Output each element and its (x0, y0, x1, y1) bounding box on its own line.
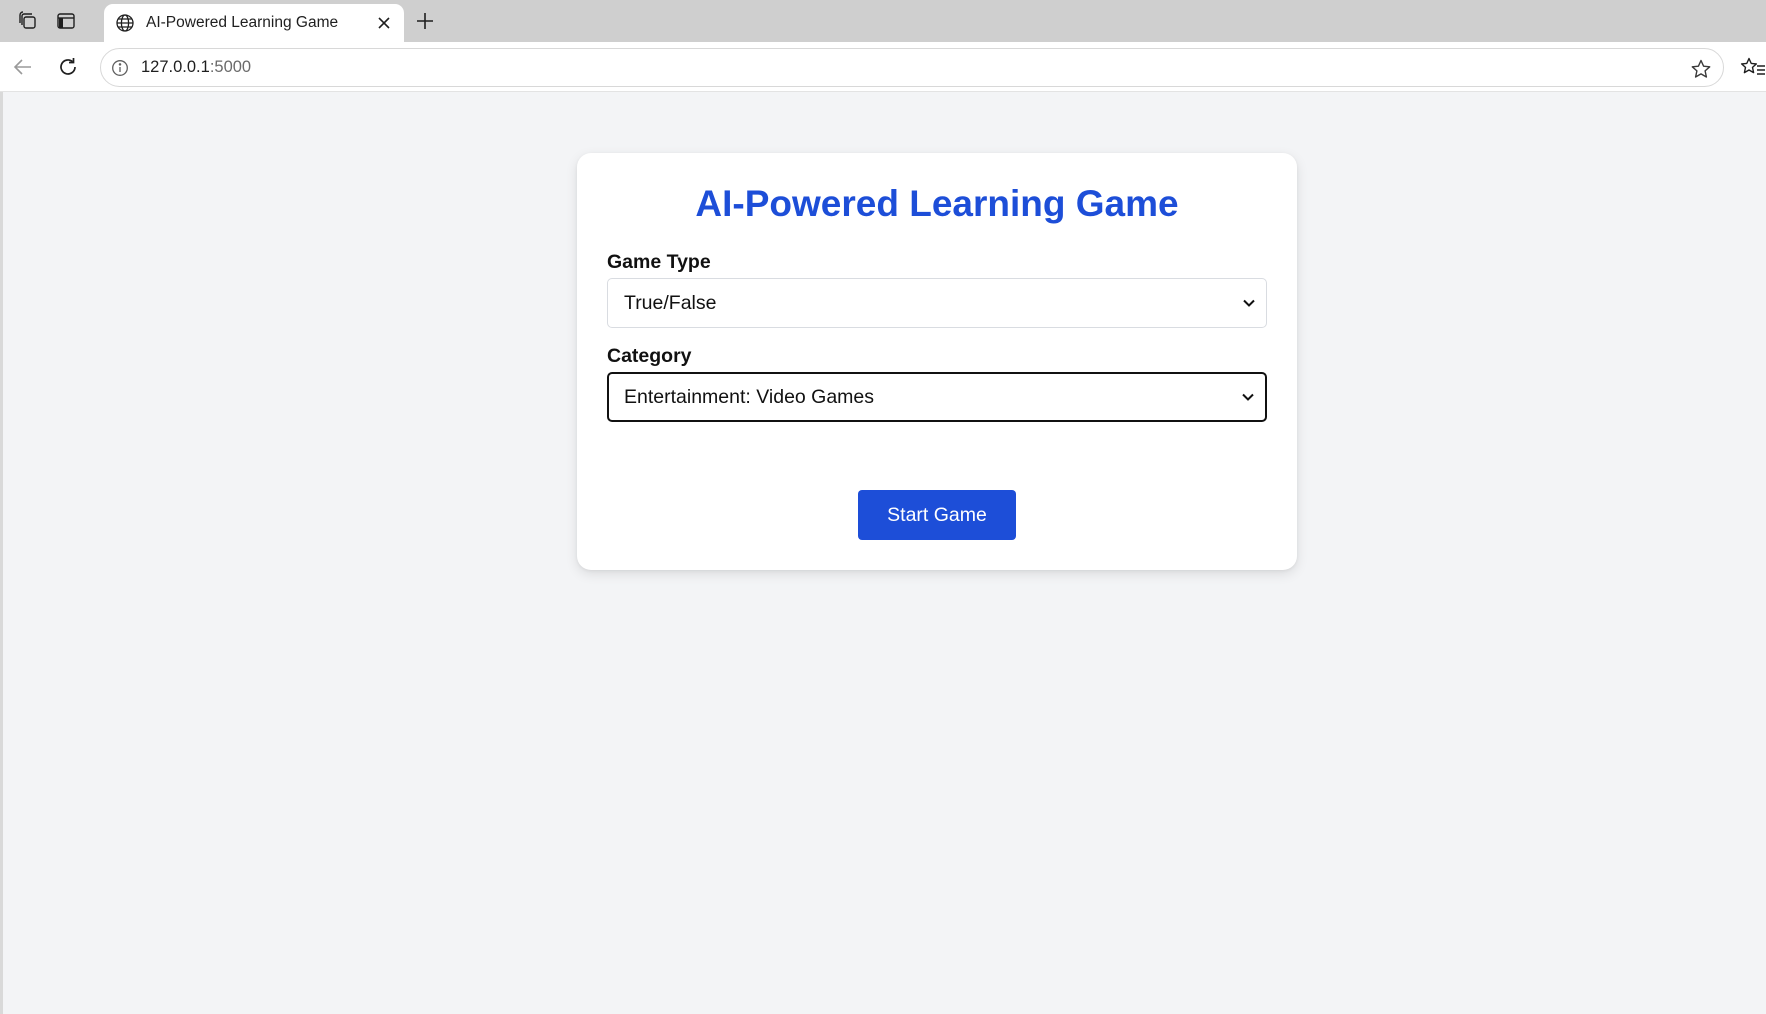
info-icon[interactable] (109, 57, 131, 79)
globe-icon (114, 12, 136, 34)
browser-tab-bar: AI-Powered Learning Game (0, 0, 1766, 42)
category-value: Entertainment: Video Games (624, 385, 875, 408)
game-type-value: True/False (624, 291, 717, 314)
browser-toolbar: 127.0.0.1:5000 (0, 42, 1766, 92)
category-select[interactable]: Entertainment: Video Games (607, 372, 1267, 422)
browser-tab-active[interactable]: AI-Powered Learning Game (104, 4, 404, 42)
chevron-down-icon (1241, 390, 1255, 404)
chevron-down-icon (1242, 296, 1256, 310)
page-viewport: AI-Powered Learning Game Game Type True/… (0, 92, 1766, 1014)
back-arrow-icon[interactable] (10, 54, 36, 80)
close-icon[interactable] (372, 11, 396, 35)
tab-title: AI-Powered Learning Game (146, 14, 339, 31)
workspaces-icon[interactable] (16, 9, 40, 33)
game-setup-card: AI-Powered Learning Game Game Type True/… (577, 153, 1297, 570)
favorites-icon[interactable] (1740, 54, 1766, 80)
star-icon[interactable] (1689, 57, 1713, 81)
game-type-label: Game Type (607, 251, 711, 273)
url-port: :5000 (209, 58, 252, 76)
address-bar[interactable]: 127.0.0.1:5000 (100, 48, 1724, 87)
category-label: Category (607, 345, 692, 367)
address-url: 127.0.0.1:5000 (141, 58, 251, 77)
plus-icon[interactable] (413, 9, 437, 33)
game-type-select[interactable]: True/False (607, 278, 1267, 328)
url-host: 127.0.0.1 (141, 58, 210, 76)
vertical-tabs-icon[interactable] (54, 9, 78, 33)
reload-icon[interactable] (55, 54, 81, 80)
start-game-button[interactable]: Start Game (858, 490, 1016, 540)
page-title: AI-Powered Learning Game (695, 183, 1179, 224)
